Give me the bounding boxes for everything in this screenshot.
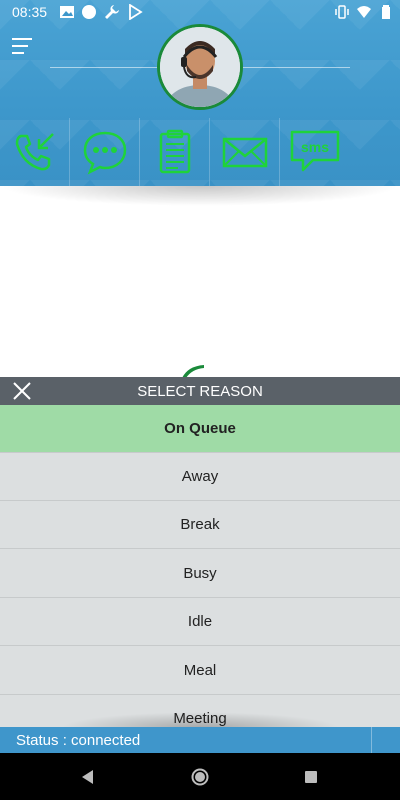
- chat-icon: [83, 131, 126, 175]
- circle-icon: [82, 5, 96, 19]
- back-icon[interactable]: [78, 767, 98, 787]
- background-content-peek: [182, 365, 204, 378]
- reason-item-away[interactable]: Away: [0, 453, 400, 501]
- status-bar: 08:35: [0, 0, 400, 24]
- agent-avatar[interactable]: [157, 24, 243, 110]
- system-navigation-bar: [0, 753, 400, 800]
- reason-label: On Queue: [164, 420, 236, 437]
- close-icon[interactable]: [12, 381, 32, 401]
- header-shadow: [0, 186, 400, 206]
- sms-button[interactable]: sms: [280, 118, 350, 186]
- reason-item-idle[interactable]: Idle: [0, 598, 400, 646]
- recents-icon[interactable]: [301, 767, 321, 787]
- reason-item-meal[interactable]: Meal: [0, 647, 400, 695]
- reason-label: Meeting: [173, 710, 227, 727]
- reason-label: Busy: [183, 565, 217, 582]
- select-reason-sheet: SELECT REASON On Queue Away Break Busy I…: [0, 377, 400, 728]
- call-log-button[interactable]: [0, 118, 70, 186]
- header-divider-left: [50, 67, 158, 68]
- app-header: 08:35 sms: [0, 0, 400, 186]
- email-icon: [222, 137, 267, 168]
- reason-label: Break: [180, 516, 220, 533]
- header-divider-right: [242, 67, 350, 68]
- play-store-icon: [129, 4, 143, 20]
- chat-button[interactable]: [70, 118, 140, 186]
- reason-item-busy[interactable]: Busy: [0, 550, 400, 598]
- wrench-icon: [105, 5, 119, 19]
- reason-label: Meal: [183, 662, 217, 679]
- clipboard-icon: [159, 129, 190, 174]
- clock: 08:35: [12, 4, 48, 20]
- reason-item-break[interactable]: Break: [0, 501, 400, 549]
- hamburger-menu-icon[interactable]: [12, 36, 34, 56]
- reason-label: Away: [181, 468, 219, 485]
- sms-icon: sms: [290, 130, 340, 172]
- sms-icon-text: sms: [301, 139, 329, 155]
- sheet-header: SELECT REASON: [0, 377, 400, 405]
- home-icon[interactable]: [190, 767, 210, 787]
- vibrate-icon: [335, 5, 349, 19]
- call-log-icon: [15, 133, 54, 171]
- reason-item-on-queue[interactable]: On Queue: [0, 405, 400, 453]
- reason-item-meeting[interactable]: Meeting: [0, 695, 400, 728]
- image-icon: [60, 6, 74, 18]
- footer-divider: [371, 727, 372, 753]
- connection-status-bar: Status : connected: [0, 727, 400, 753]
- notes-button[interactable]: [140, 118, 210, 186]
- wifi-icon: [357, 6, 371, 18]
- connection-status-text: Status : connected: [16, 731, 141, 749]
- quick-actions-bar: sms: [0, 118, 400, 186]
- avatar-photo: [160, 27, 240, 107]
- battery-icon: [382, 5, 390, 19]
- email-button[interactable]: [210, 118, 280, 186]
- sheet-title: SELECT REASON: [137, 382, 263, 400]
- reason-label: Idle: [187, 613, 213, 630]
